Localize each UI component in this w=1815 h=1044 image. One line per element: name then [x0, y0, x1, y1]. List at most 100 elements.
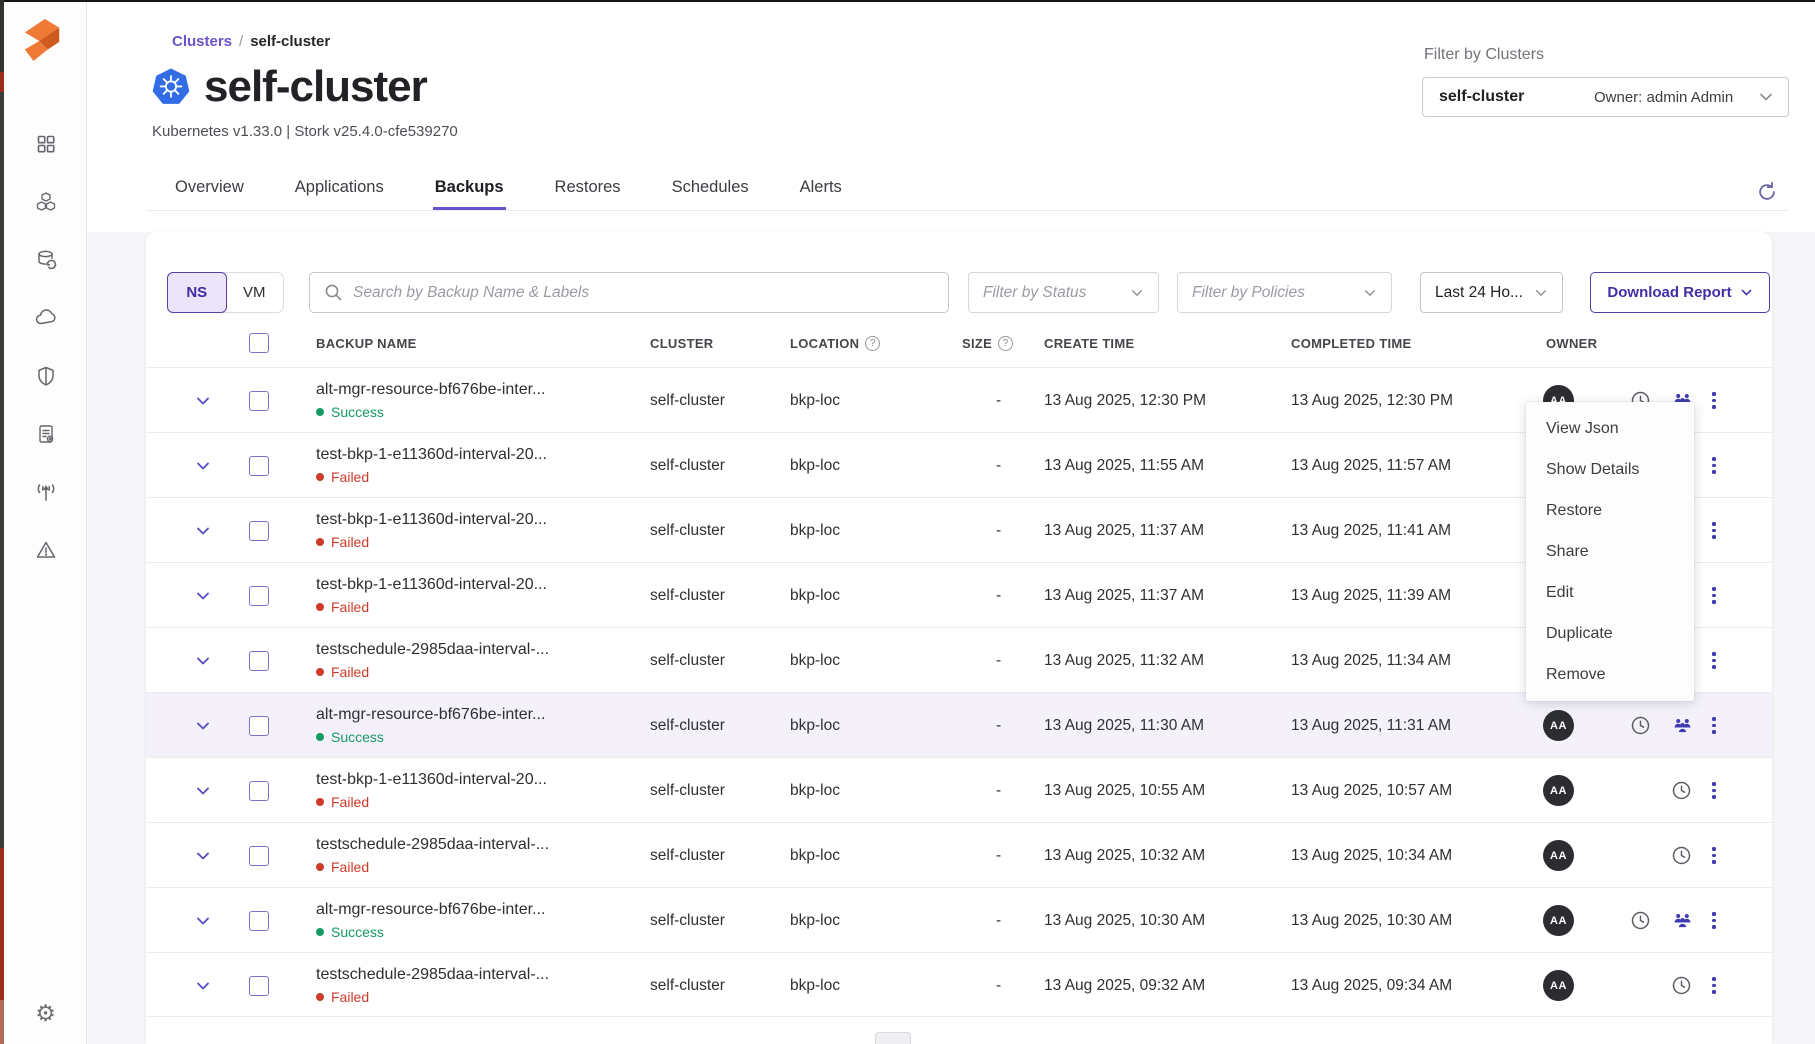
row-actions-kebab-menu[interactable] [1706, 498, 1722, 563]
row-actions-kebab-menu[interactable] [1706, 433, 1722, 498]
status-dot-icon [316, 603, 324, 611]
row-checkbox [249, 498, 269, 563]
expand-row-chevron-icon[interactable] [194, 953, 218, 1018]
owner-avatar: AA [1543, 905, 1574, 936]
row-checkbox[interactable] [249, 586, 269, 606]
backup-name[interactable]: testschedule-2985daa-interval-... [316, 836, 549, 854]
backup-name[interactable]: alt-mgr-resource-bf676be-inter... [316, 706, 545, 724]
row-checkbox[interactable] [249, 456, 269, 476]
row-checkbox[interactable] [249, 846, 269, 866]
row-checkbox[interactable] [249, 391, 269, 411]
tabs: Overview Applications Backups Restores Sched… [146, 172, 1789, 211]
rules-clipboard-icon[interactable] [34, 422, 58, 446]
expand-row-chevron-icon[interactable] [194, 368, 218, 433]
download-report-button[interactable]: Download Report [1590, 272, 1770, 313]
status-filter-dropdown[interactable]: Filter by Status [968, 272, 1159, 313]
help-icon[interactable]: ? [865, 336, 880, 351]
expand-row-chevron-icon[interactable] [194, 823, 218, 888]
vm-segment-button[interactable]: VM [226, 273, 284, 312]
cloud-icon[interactable] [34, 306, 58, 330]
shared-group-icon[interactable] [1673, 717, 1692, 734]
search-input[interactable] [353, 284, 948, 302]
status-badge: Failed [316, 794, 369, 810]
row-actions-kebab-menu[interactable] [1706, 823, 1722, 888]
create-time-cell: 13 Aug 2025, 09:32 AM [1044, 953, 1205, 1018]
expand-row-chevron-icon[interactable] [194, 563, 218, 628]
row-actions-kebab-menu[interactable] [1706, 953, 1722, 1018]
tab-alerts[interactable]: Alerts [798, 172, 844, 210]
clock-icon[interactable] [1671, 975, 1692, 996]
breadcrumb-clusters-link[interactable]: Clusters [172, 33, 232, 50]
alerts-warning-icon[interactable] [34, 538, 58, 562]
row-actions-kebab-menu[interactable] [1706, 758, 1722, 823]
row-checkbox [249, 953, 269, 1018]
row-checkbox[interactable] [249, 911, 269, 931]
expand-row-chevron-icon[interactable] [194, 498, 218, 563]
policies-filter-dropdown[interactable]: Filter by Policies [1177, 272, 1392, 313]
dashboard-grid-icon[interactable] [34, 132, 58, 156]
select-all-checkbox[interactable] [249, 333, 269, 353]
expand-row-chevron-icon[interactable] [194, 693, 218, 758]
tab-applications[interactable]: Applications [293, 172, 386, 210]
table-row: alt-mgr-resource-bf676be-inter...Success… [146, 887, 1772, 952]
backup-name[interactable]: test-bkp-1-e11360d-interval-20... [316, 771, 547, 789]
portworx-logo-icon [22, 14, 64, 66]
clock-icon[interactable] [1630, 910, 1651, 931]
backup-name[interactable]: test-bkp-1-e11360d-interval-20... [316, 446, 547, 464]
row-checkbox[interactable] [249, 976, 269, 996]
context-menu-item-duplicate[interactable]: Duplicate [1526, 613, 1694, 654]
context-menu-item-edit[interactable]: Edit [1526, 572, 1694, 613]
expand-row-chevron-icon[interactable] [194, 888, 218, 953]
context-menu-item-restore[interactable]: Restore [1526, 490, 1694, 531]
completed-time-cell: 13 Aug 2025, 09:34 AM [1291, 953, 1452, 1018]
backup-restore-icon[interactable] [34, 248, 58, 272]
clusters-cubes-icon[interactable] [34, 190, 58, 214]
row-actions-kebab-menu[interactable] [1706, 628, 1722, 693]
cluster-filter-dropdown[interactable]: self-cluster Owner: admin Admin [1422, 77, 1789, 117]
row-actions-kebab-menu[interactable] [1706, 693, 1722, 758]
cluster-cell: self-cluster [650, 433, 725, 498]
backup-name[interactable]: test-bkp-1-e11360d-interval-20... [316, 511, 547, 529]
backup-name[interactable]: alt-mgr-resource-bf676be-inter... [316, 381, 545, 399]
row-actions-kebab-menu[interactable] [1706, 368, 1722, 433]
shared-group-icon[interactable] [1673, 912, 1692, 929]
help-icon[interactable]: ? [998, 336, 1013, 351]
expand-row-chevron-icon[interactable] [194, 433, 218, 498]
page-title: self-cluster [204, 62, 427, 112]
create-time-cell: 13 Aug 2025, 11:32 AM [1044, 628, 1204, 693]
expand-row-chevron-icon[interactable] [194, 758, 218, 823]
tab-schedules[interactable]: Schedules [670, 172, 751, 210]
context-menu-item-remove[interactable]: Remove [1526, 654, 1694, 695]
row-checkbox[interactable] [249, 521, 269, 541]
tab-backups[interactable]: Backups [433, 172, 506, 210]
context-menu-item-share[interactable]: Share [1526, 531, 1694, 572]
clock-icon[interactable] [1671, 845, 1692, 866]
backup-name[interactable]: test-bkp-1-e11360d-interval-20... [316, 576, 547, 594]
row-actions-kebab-menu[interactable] [1706, 563, 1722, 628]
clock-icon[interactable] [1671, 780, 1692, 801]
cluster-cell: self-cluster [650, 758, 725, 823]
tab-restores[interactable]: Restores [553, 172, 623, 210]
cluster-cell: self-cluster [650, 368, 725, 433]
pagination-stub[interactable] [875, 1032, 911, 1044]
column-header-backup-name: BACKUP NAME [316, 336, 417, 351]
context-menu-item-view-json[interactable]: View Json [1526, 408, 1694, 449]
clock-icon[interactable] [1630, 715, 1651, 736]
row-actions-kebab-menu[interactable] [1706, 888, 1722, 953]
refresh-icon[interactable] [1755, 180, 1779, 204]
security-shield-icon[interactable] [34, 364, 58, 388]
cluster-filter-label: Filter by Clusters [1424, 46, 1544, 64]
row-checkbox[interactable] [249, 716, 269, 736]
settings-gear-icon[interactable]: ⚙ [4, 1000, 87, 1027]
backup-name[interactable]: alt-mgr-resource-bf676be-inter... [316, 901, 545, 919]
tab-overview[interactable]: Overview [173, 172, 246, 210]
row-checkbox[interactable] [249, 781, 269, 801]
backup-name[interactable]: testschedule-2985daa-interval-... [316, 966, 549, 984]
time-range-dropdown[interactable]: Last 24 Ho... [1420, 272, 1563, 313]
context-menu-item-show-details[interactable]: Show Details [1526, 449, 1694, 490]
row-checkbox[interactable] [249, 651, 269, 671]
expand-row-chevron-icon[interactable] [194, 628, 218, 693]
ns-segment-button[interactable]: NS [167, 272, 227, 313]
backup-name[interactable]: testschedule-2985daa-interval-... [316, 641, 549, 659]
activity-antenna-icon[interactable] [34, 480, 58, 504]
